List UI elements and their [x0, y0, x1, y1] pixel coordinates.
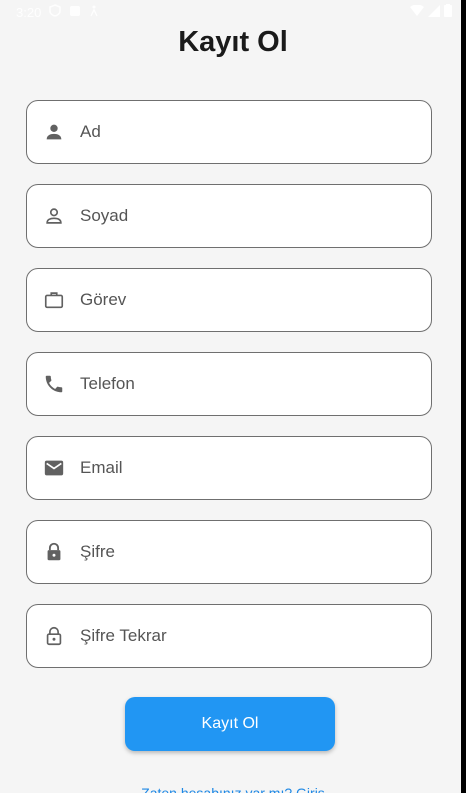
password-confirm-field[interactable]: Şifre Tekrar [26, 604, 432, 668]
lock-outline-icon [42, 624, 66, 648]
last-name-label: Soyad [80, 206, 129, 225]
phone-label: Telefon [80, 374, 135, 393]
job-title-label: Görev [80, 290, 127, 309]
first-name-field[interactable]: Ad [26, 100, 432, 164]
status-bar: 3:20 [0, 0, 466, 24]
accessibility-icon [89, 5, 99, 20]
email-label: Email [80, 458, 123, 477]
password-label: Şifre [80, 542, 115, 561]
person-outline-icon [42, 204, 66, 228]
register-button[interactable]: Kayıt Ol [125, 697, 335, 751]
status-time: 3:20 [16, 4, 42, 20]
wifi-icon [410, 4, 424, 20]
page-title: Kayıt Ol [178, 26, 288, 58]
login-link[interactable]: Zaten hesabınız var mı? Giriş [0, 786, 466, 793]
mail-icon [42, 456, 66, 480]
notification-icon [69, 5, 81, 20]
battery-icon [444, 4, 452, 20]
briefcase-icon [42, 288, 66, 312]
shield-icon [49, 4, 62, 20]
screen-edge [461, 0, 466, 793]
first-name-label: Ad [80, 122, 101, 141]
lock-icon [42, 540, 66, 564]
last-name-field[interactable]: Soyad [26, 184, 432, 248]
phone-field[interactable]: Telefon [26, 352, 432, 416]
phone-icon [42, 372, 66, 396]
job-title-field[interactable]: Görev [26, 268, 432, 332]
signal-icon [428, 4, 440, 20]
email-field[interactable]: Email [26, 436, 432, 500]
person-icon [42, 120, 66, 144]
password-field[interactable]: Şifre [26, 520, 432, 584]
password-confirm-label: Şifre Tekrar [80, 626, 167, 645]
